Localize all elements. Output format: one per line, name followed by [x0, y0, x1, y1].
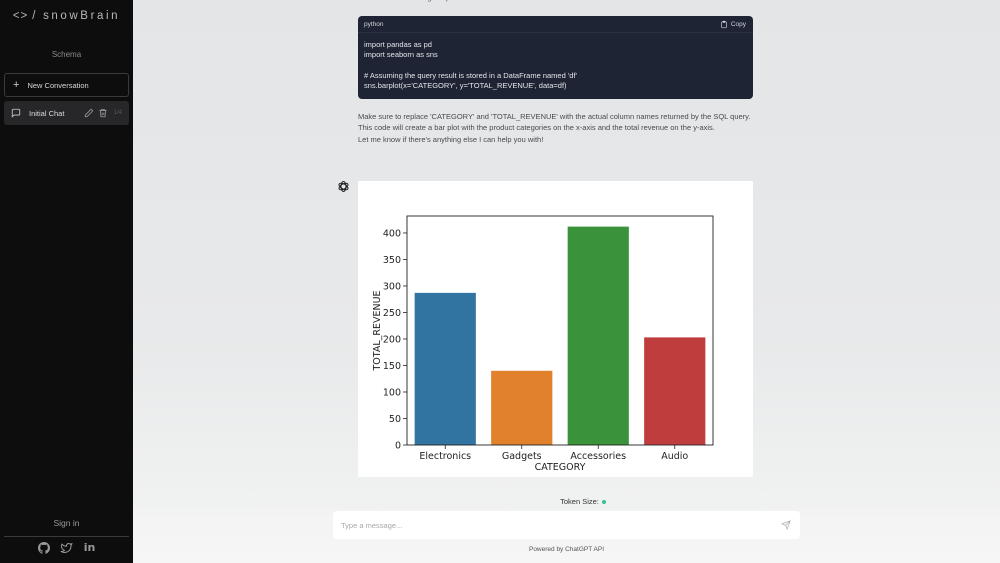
linkedin-icon[interactable]: in — [83, 541, 96, 554]
message-square-icon — [11, 108, 21, 118]
chat-count: 1/4 — [113, 110, 122, 116]
github-icon[interactable] — [37, 541, 50, 554]
y-tick-label: 350 — [383, 255, 401, 266]
y-tick-label: 150 — [383, 361, 401, 372]
y-tick-label: 100 — [383, 387, 401, 398]
schema-link[interactable]: Schema — [0, 50, 133, 59]
x-axis-label: CATEGORY — [535, 462, 586, 473]
sidebar: <> / snowBrain Schema + New Conversation I… — [0, 0, 133, 563]
sign-in-button[interactable]: Sign in — [0, 518, 133, 528]
assistant-message: Make sure to replace 'CATEGORY' and 'TOT… — [358, 112, 753, 147]
bar-gadgets — [491, 370, 553, 445]
clipboard-icon — [721, 20, 727, 28]
social-links: in — [0, 541, 133, 554]
token-status-dot — [601, 500, 606, 505]
copy-label: Copy — [730, 20, 746, 28]
main-chat-area: the visualization using the pandas and s… — [133, 0, 1000, 563]
chat-item-label: Initial Chat — [29, 108, 65, 118]
x-tick-label: Accessories — [570, 451, 626, 462]
y-axis-label: TOTAL_REVENUE — [372, 290, 383, 371]
sidebar-divider — [4, 536, 129, 537]
send-icon[interactable] — [781, 520, 791, 530]
x-tick-label: Gadgets — [502, 451, 542, 462]
message-paragraph: Make sure to replace 'CATEGORY' and 'TOT… — [358, 112, 751, 132]
bar-accessories — [567, 226, 629, 445]
code-brackets-icon: <> — [12, 10, 29, 22]
y-tick-label: 400 — [383, 228, 401, 239]
x-tick-label: Audio — [661, 451, 688, 462]
bar-electronics — [414, 292, 476, 445]
code-block-header: python Copy — [358, 16, 753, 33]
bar-audio — [644, 337, 706, 445]
twitter-icon[interactable] — [60, 541, 73, 554]
code-block: python Copy import pandas as pd import s… — [358, 16, 753, 99]
x-tick-label: Electronics — [419, 451, 471, 462]
logo-text: snowBrain — [43, 10, 121, 22]
y-tick-label: 250 — [383, 308, 401, 319]
trash-icon[interactable] — [98, 108, 108, 118]
y-tick-label: 50 — [389, 414, 401, 425]
y-tick-label: 0 — [395, 441, 401, 452]
copy-button[interactable]: Copy — [720, 20, 746, 29]
code-content: import pandas as pd import seaborn as sn… — [364, 40, 577, 91]
chat-item[interactable]: Initial Chat 1/4 — [4, 101, 129, 125]
message-input[interactable] — [333, 511, 800, 539]
pencil-icon[interactable] — [84, 108, 94, 118]
new-conversation-button[interactable]: + New Conversation — [4, 73, 129, 97]
new-conversation-label: New Conversation — [27, 80, 89, 90]
y-tick-label: 200 — [383, 334, 401, 345]
y-tick-label: 300 — [383, 281, 401, 292]
app-logo[interactable]: <> / snowBrain — [0, 10, 133, 22]
code-language: python — [364, 20, 384, 28]
token-size-label: Token Size: — [560, 497, 599, 506]
openai-logo-icon — [338, 181, 349, 192]
plus-icon: + — [13, 79, 20, 91]
bar-chart: 0 50 100 150 200 250 300 350 400 Electronics Gadge… — [372, 215, 714, 473]
message-text-partial: the visualization using the pandas and s… — [358, 0, 545, 2]
token-size-indicator: Token Size: — [133, 497, 1000, 506]
logo-slash: / — [32, 10, 39, 22]
message-paragraph: Let me know if there's anything else I c… — [358, 134, 544, 144]
powered-by-text: Powered by ChatGPT API — [528, 546, 605, 553]
chart-image: 0 50 100 150 200 250 300 350 400 Electronics Gadge… — [358, 181, 753, 477]
